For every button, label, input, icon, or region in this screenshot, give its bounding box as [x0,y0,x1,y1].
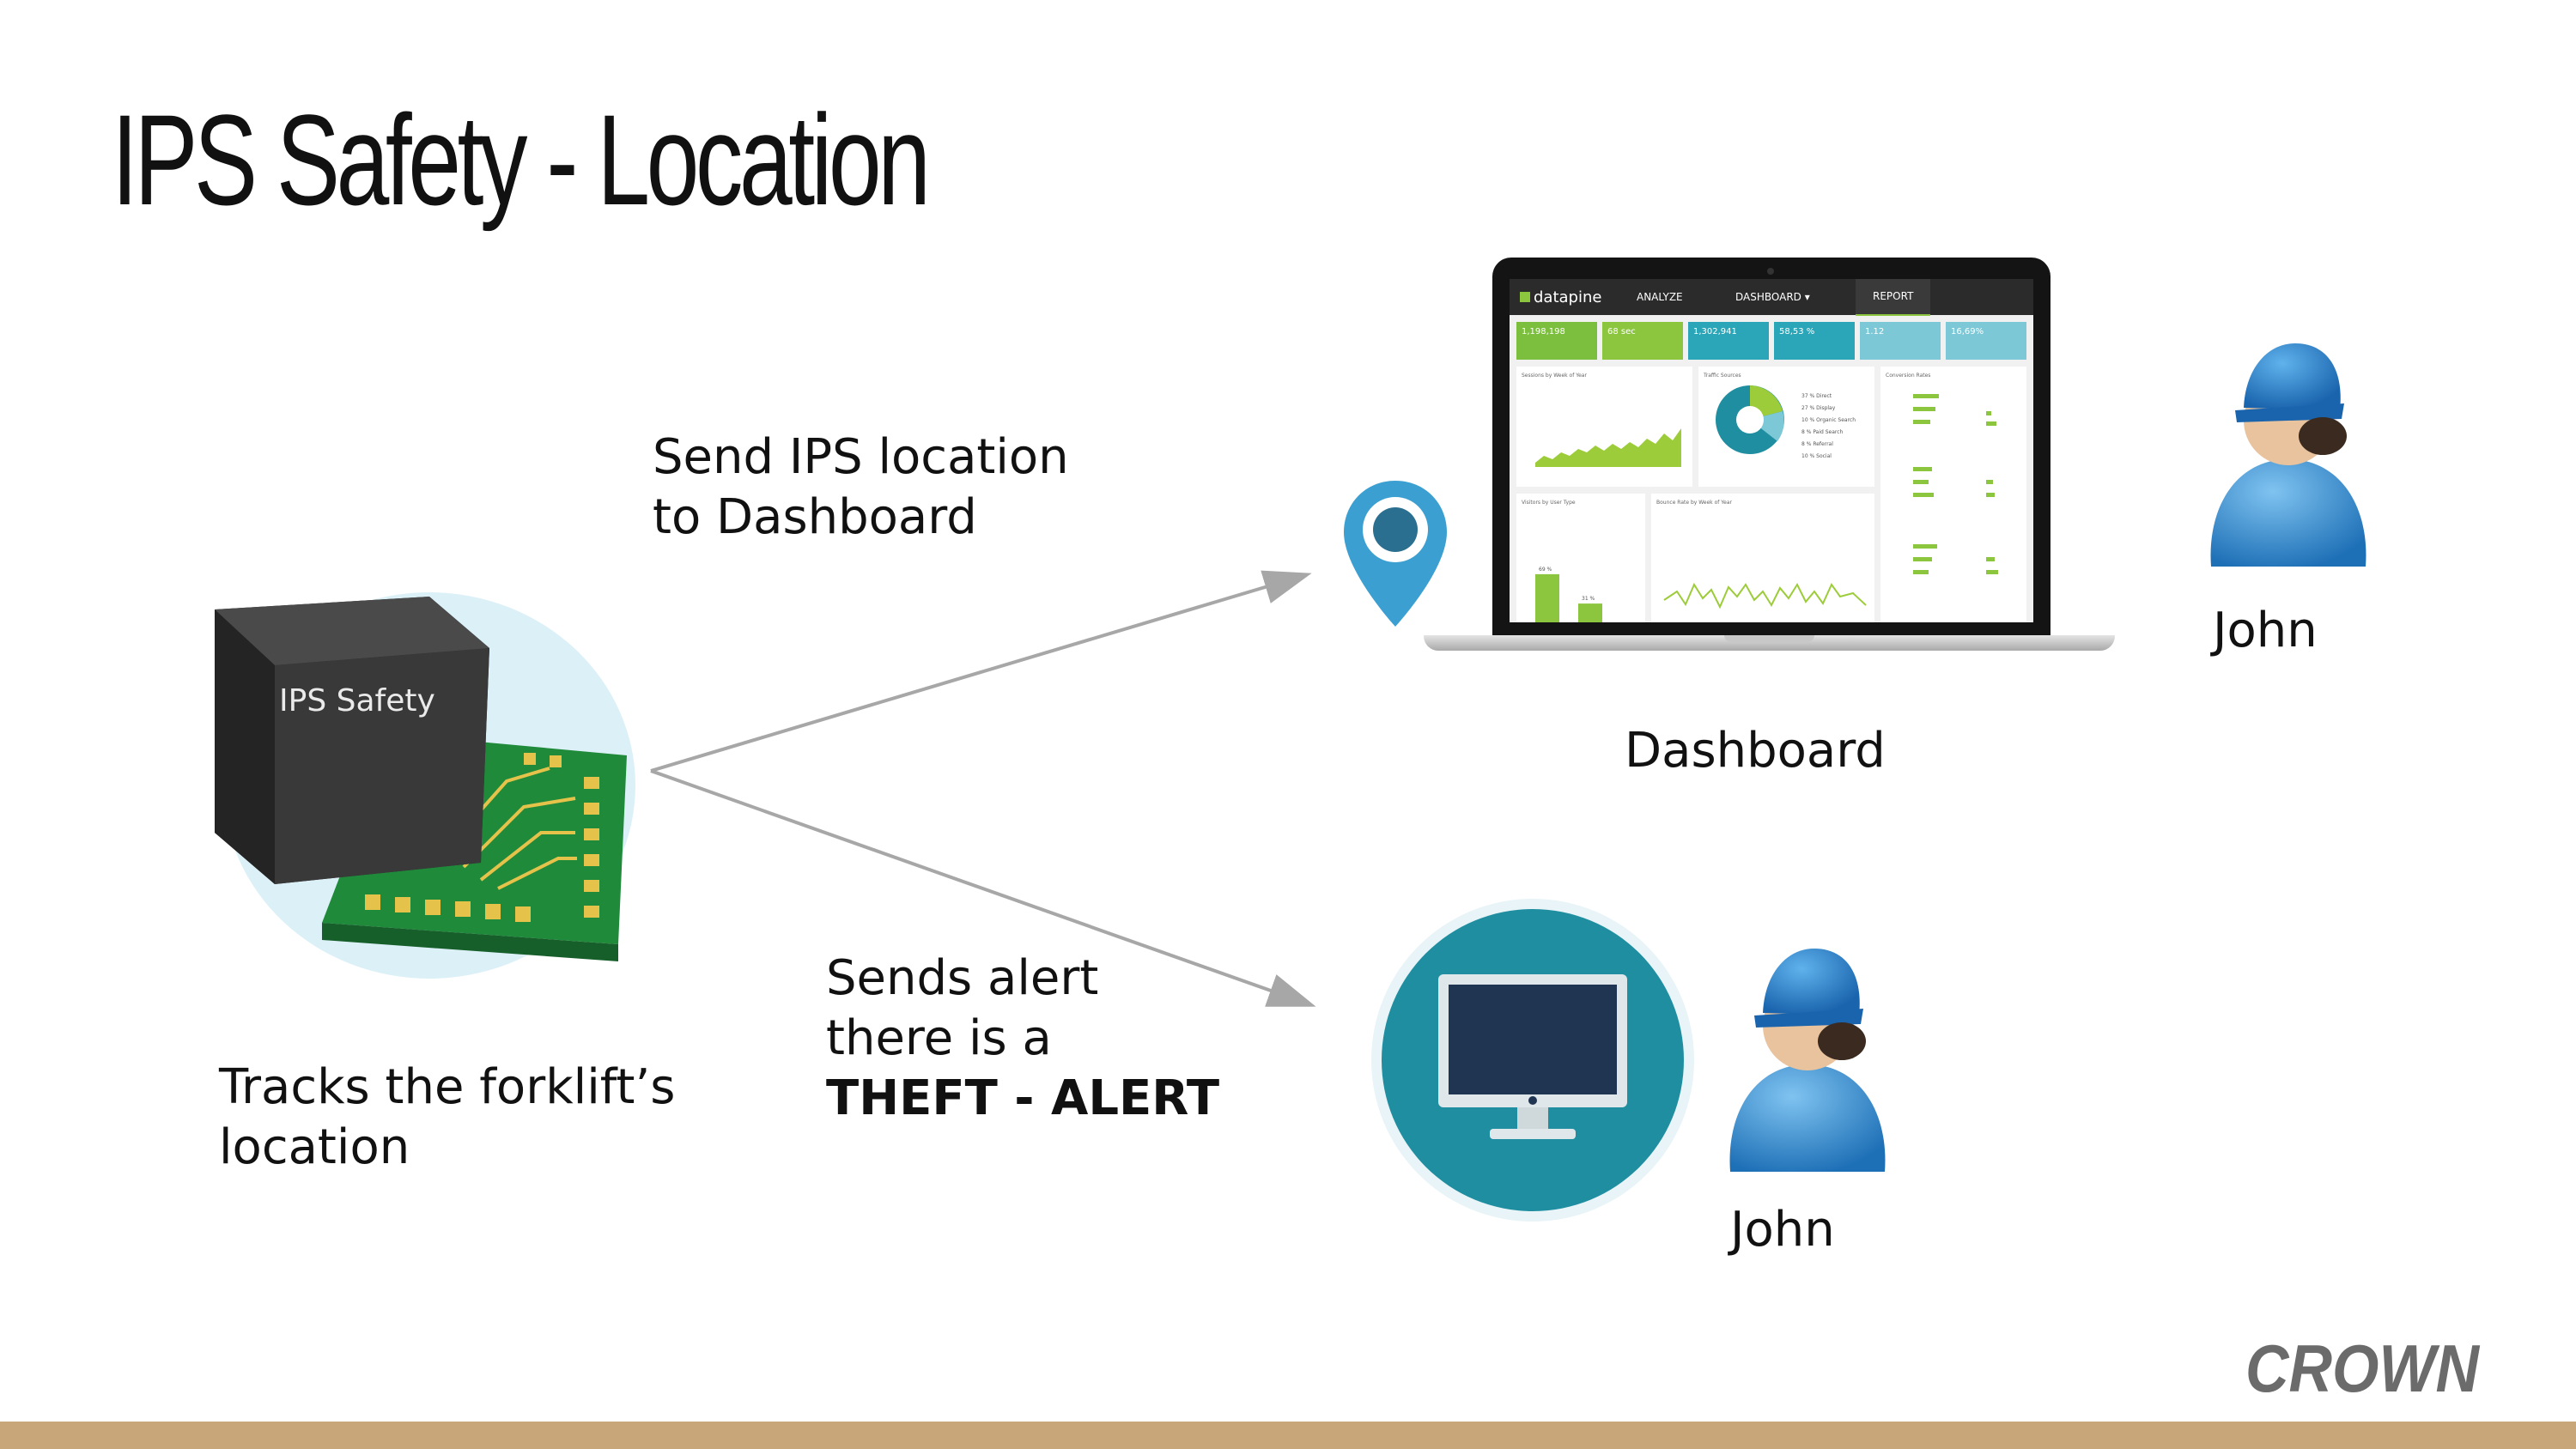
connector-arrows [650,570,1316,1007]
crown-logo: CROWN [2245,1335,2480,1404]
send-line2: to Dashboard [653,489,977,545]
user-type-value-label: 31 % [1582,596,1595,602]
bottom-accent-bar [0,1422,2576,1449]
legend-item: 8 % Referral [1801,441,1833,447]
worker-icon [2210,343,2366,567]
dashboard-navbar: datapine ANALYZE DASHBOARD ▾ REPORT [1510,279,2033,316]
user-name-bottom: John [1730,1202,1835,1258]
legend-item: 8 % Paid Search [1801,429,1844,435]
dashboard-brand: datapine [1534,288,1602,306]
dashboard-screen: datapine ANALYZE DASHBOARD ▾ REPORT 1,19… [1510,279,2033,622]
nav-dashboard[interactable]: DASHBOARD ▾ [1735,291,1856,303]
kpi-tile: 58,53 % [1774,322,1855,360]
panel-title: Visitors by User Type [1522,500,1576,506]
kpi-tile: 1,198,198 [1516,322,1597,360]
alert-line3: THEFT - ALERT [826,1070,1220,1126]
monitor-icon [1371,899,1694,1222]
dashboard-panels: Sessions by Week of Year Traffic Sources… [1516,367,2026,622]
send-location-label: Send IPS location to Dashboard [653,427,1069,548]
kpi-tile: 68 sec [1602,322,1683,360]
nav-report[interactable]: REPORT [1856,279,1931,316]
dashboard-caption: Dashboard [1625,723,1886,779]
nav-analyze[interactable]: ANALYZE [1637,291,1735,303]
legend-item: 37 % Direct [1801,393,1832,399]
legend-item: 10 % Organic Search [1801,417,1856,423]
worker-icon [1729,949,1886,1172]
arrow-to-dashboard [650,570,1312,773]
legend-item: 27 % Display [1801,405,1836,411]
panel-title: Traffic Sources [1703,373,1741,379]
panel-title: Bounce Rate by Week of Year [1656,500,1732,506]
alert-line1: Sends alert [826,950,1099,1006]
panel-title: Sessions by Week of Year [1522,373,1587,379]
kpi-row: 1,198,198 68 sec 1,302,941 58,53 % 1.12 … [1510,315,2033,360]
alert-label: Sends alert there is a THEFT - ALERT [826,949,1219,1129]
send-line1: Send IPS location [653,429,1069,485]
user-name-top: John [2213,603,2318,658]
user-type-bar [1535,573,1559,622]
kpi-tile: 1,302,941 [1688,322,1769,360]
laptop-icon: datapine ANALYZE DASHBOARD ▾ REPORT 1,19… [1424,258,2115,661]
crown-logo-text: CROWN [2245,1335,2480,1404]
alert-line2: there is a [826,1010,1052,1066]
panel-title: Conversion Rates [1886,373,1930,379]
kpi-tile: 16,69% [1946,322,2026,360]
legend-item: 10 % Social [1801,453,1832,459]
user-type-bar [1578,603,1602,622]
kpi-tile: 1.12 [1860,322,1941,360]
user-type-value-label: 69 % [1539,567,1552,573]
